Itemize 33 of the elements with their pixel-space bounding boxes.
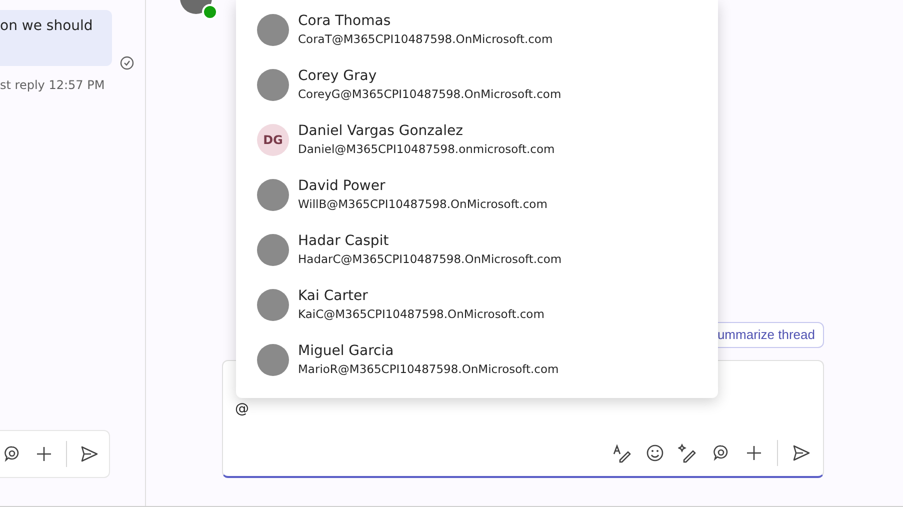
person-email: CoraT@M365CPI10487598.OnMicrosoft.com [298, 32, 553, 46]
avatar-photo-placeholder [257, 234, 289, 266]
avatar-photo-placeholder [257, 68, 289, 100]
sparkle-pen-icon[interactable] [678, 443, 698, 463]
avatar-photo-placeholder [257, 288, 289, 320]
person-name[interactable]: Kai Carter [298, 288, 544, 304]
avatar-initials: DG [257, 124, 289, 156]
format-icon[interactable] [612, 443, 632, 463]
person-email: MarioR@M365CPI10487598.OnMicrosoft.com [298, 362, 559, 376]
person-email: HadarC@M365CPI10487598.OnMicrosoft.com [298, 252, 562, 266]
send-icon[interactable] [79, 444, 99, 464]
person-name[interactable]: Cora Thomas [298, 13, 553, 29]
emoji-icon[interactable] [645, 443, 665, 463]
avatar-photo-placeholder [257, 178, 289, 210]
plus-icon[interactable] [744, 443, 764, 463]
person-name[interactable]: Corey Gray [298, 68, 562, 84]
read-receipt-icon [120, 56, 134, 70]
avatar-photo-placeholder [257, 344, 289, 376]
presence-dot [202, 4, 218, 20]
person-name[interactable]: Hadar Caspit [298, 233, 562, 249]
person-email: CoreyG@M365CPI10487598.OnMicrosoft.com [298, 87, 562, 101]
plus-icon[interactable] [34, 444, 54, 464]
person-name[interactable]: Miguel Garcia [298, 343, 559, 359]
person-email: KaiC@M365CPI10487598.OnMicrosoft.com [298, 307, 544, 321]
send-icon[interactable] [791, 443, 811, 463]
message-bubble: on we should [0, 10, 112, 66]
person-name[interactable]: David Power [298, 178, 548, 194]
input-value: @ [235, 401, 249, 417]
last-reply-time: st reply 12:57 PM [0, 78, 106, 92]
person-email: Daniel@M365CPI10487598.onmicrosoft.com [298, 142, 555, 156]
person-name[interactable]: Daniel Vargas Gonzalez [298, 123, 555, 139]
person-email: WillB@M365CPI10487598.OnMicrosoft.com [298, 197, 548, 211]
avatar-photo-placeholder [257, 14, 289, 46]
